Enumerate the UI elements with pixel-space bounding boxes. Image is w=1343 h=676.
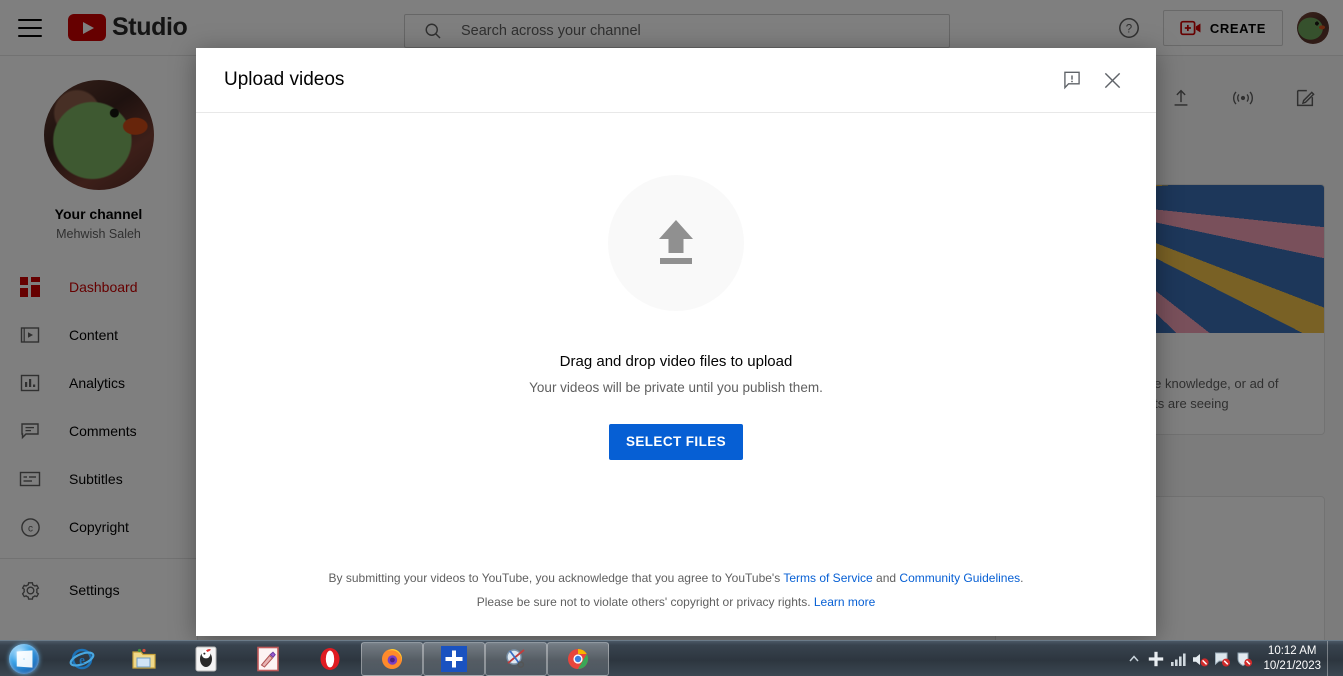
community-guidelines-link[interactable]: Community Guidelines <box>899 571 1020 585</box>
network-signal-icon[interactable] <box>1167 644 1189 674</box>
opera-icon[interactable] <box>299 642 361 676</box>
dropzone-subtext: Your videos will be private until you pu… <box>529 379 823 395</box>
chrome-icon[interactable] <box>547 641 609 676</box>
screen: Studio ? <box>0 0 1343 676</box>
dialog-footer: By submitting your videos to YouTube, yo… <box>196 567 1156 636</box>
show-hidden-icons-chevron[interactable] <box>1123 644 1145 674</box>
paint-icon[interactable] <box>237 642 299 676</box>
mascot-app-icon[interactable] <box>175 642 237 676</box>
select-files-button[interactable]: SELECT FILES <box>608 423 744 460</box>
internet-explorer-icon[interactable]: e <box>51 642 113 676</box>
footer-text-1b: and <box>872 571 900 586</box>
blue-plus-tray-icon[interactable] <box>1145 644 1167 674</box>
firefox-icon[interactable] <box>361 641 423 676</box>
file-explorer-icon[interactable] <box>113 642 175 676</box>
clock-date: 10/21/2023 <box>1263 660 1321 672</box>
upload-videos-dialog: Upload videos Drag and drop video files … <box>196 48 1156 636</box>
volume-muted-icon[interactable] <box>1189 644 1211 674</box>
footer-line-1: By submitting your videos to YouTube, yo… <box>236 567 1116 590</box>
taskbar-clock[interactable]: 10:12 AM 10/21/2023 <box>1263 644 1321 673</box>
system-tray: 10:12 AM 10/21/2023 <box>1123 641 1343 676</box>
dropzone-headline: Drag and drop video files to upload <box>559 352 793 370</box>
snipping-tool-icon[interactable] <box>485 641 547 676</box>
taskbar-items: e <box>51 641 609 676</box>
blue-plus-app-icon[interactable] <box>423 641 485 676</box>
show-desktop-button[interactable] <box>1327 641 1337 676</box>
dialog-title: Upload videos <box>224 69 345 90</box>
action-center-flag-icon[interactable] <box>1211 644 1233 674</box>
windows-taskbar: e 10:12 AM 10/21/2023 <box>0 640 1343 676</box>
svg-text:e: e <box>79 652 85 667</box>
security-shield-icon[interactable] <box>1233 644 1255 674</box>
dialog-header: Upload videos <box>196 48 1156 113</box>
footer-text-1a: By submitting your videos to YouTube, yo… <box>328 571 784 586</box>
footer-text-2a: Please be sure not to violate others' co… <box>476 594 814 609</box>
terms-of-service-link[interactable]: Terms of Service <box>783 571 872 585</box>
close-x-icon[interactable] <box>1092 60 1132 100</box>
feedback-flag-icon[interactable] <box>1052 60 1092 100</box>
footer-line-2: Please be sure not to violate others' co… <box>236 591 1116 614</box>
upload-arrow-icon <box>659 219 693 264</box>
footer-text-1c: . <box>1020 571 1024 586</box>
learn-more-link[interactable]: Learn more <box>814 595 875 609</box>
clock-time: 10:12 AM <box>1267 645 1317 658</box>
start-orb-icon[interactable] <box>1 642 47 676</box>
dialog-body[interactable]: Drag and drop video files to upload Your… <box>196 113 1156 567</box>
upload-dropzone[interactable] <box>608 174 744 311</box>
